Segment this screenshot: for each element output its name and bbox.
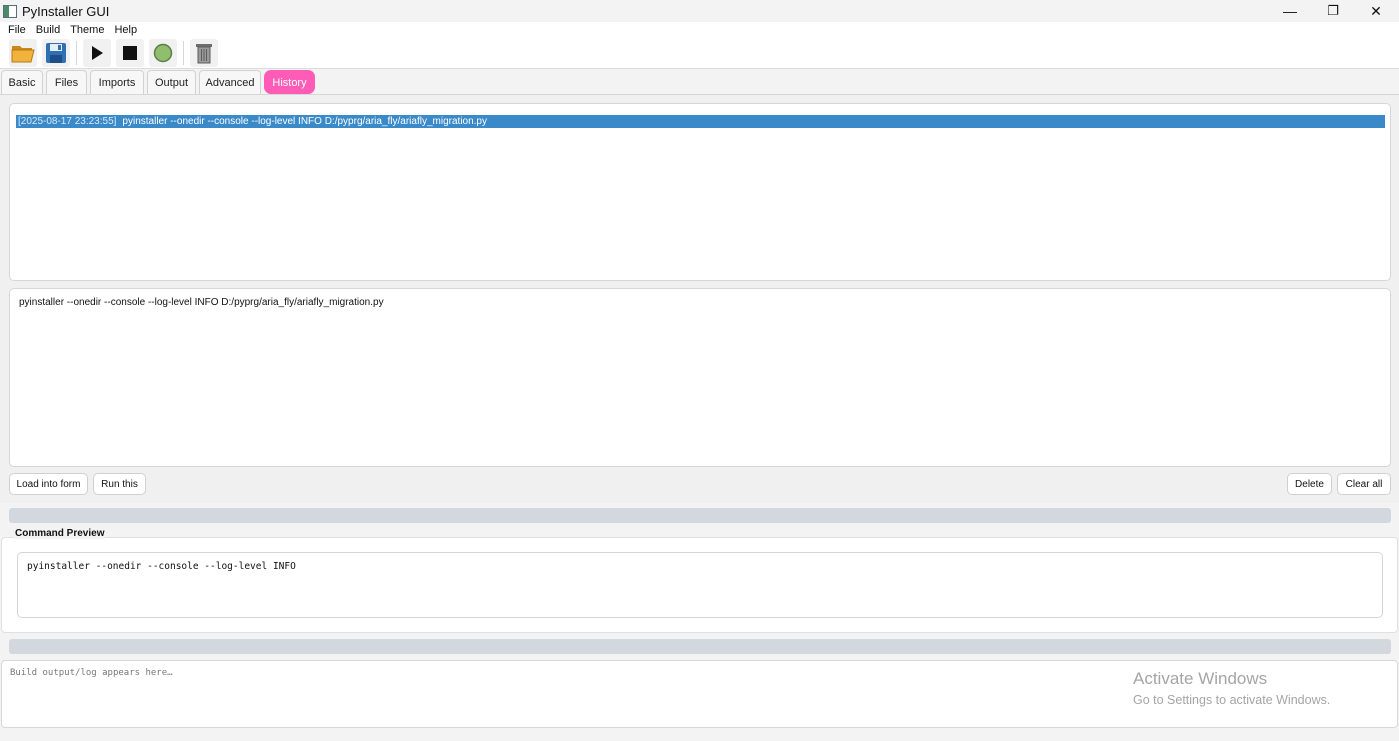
tab-basic[interactable]: Basic: [1, 70, 43, 94]
open-folder-icon: [11, 46, 35, 63]
close-button[interactable]: ✕: [1354, 0, 1398, 22]
app-icon: [3, 4, 17, 18]
history-panel: [2025-08-17 23:23:55] pyinstaller --oned…: [0, 95, 1399, 503]
splitter-handle[interactable]: [9, 639, 1391, 654]
tab-imports[interactable]: Imports: [90, 70, 144, 94]
toolbar-separator: [183, 41, 184, 65]
minimize-button[interactable]: —: [1268, 0, 1312, 22]
command-preview-label: Command Preview: [14, 528, 106, 539]
history-command: pyinstaller --onedir --console --log-lev…: [122, 116, 487, 127]
stop-icon: [123, 46, 137, 60]
splitter-handle[interactable]: [9, 508, 1391, 523]
title-bar: PyInstaller GUI — ❐ ✕: [0, 0, 1399, 22]
menu-build[interactable]: Build: [31, 24, 65, 36]
save-button[interactable]: [42, 39, 70, 67]
tab-bar: Basic Files Imports Output Advanced Hist…: [0, 69, 1399, 95]
tab-advanced[interactable]: Advanced: [199, 70, 261, 94]
stop-button[interactable]: [116, 39, 144, 67]
history-detail[interactable]: pyinstaller --onedir --console --log-lev…: [9, 288, 1391, 467]
clean-button[interactable]: [190, 39, 218, 67]
toolbar: [0, 38, 1399, 69]
tab-files[interactable]: Files: [46, 70, 87, 94]
delete-button[interactable]: Delete: [1287, 473, 1332, 495]
command-preview-text[interactable]: pyinstaller --onedir --console --log-lev…: [17, 552, 1383, 618]
menu-help[interactable]: Help: [109, 24, 142, 36]
run-button[interactable]: [83, 39, 111, 67]
toolbar-separator: [76, 41, 77, 65]
history-list[interactable]: [2025-08-17 23:23:55] pyinstaller --oned…: [9, 103, 1391, 281]
run-this-button[interactable]: Run this: [93, 473, 146, 495]
tab-history[interactable]: History: [264, 70, 315, 94]
load-into-form-button[interactable]: Load into form: [9, 473, 88, 495]
activate-windows-title: Activate Windows: [1133, 669, 1268, 688]
clear-all-button[interactable]: Clear all: [1337, 473, 1391, 495]
status-circle-icon: [153, 43, 173, 63]
restore-button[interactable]: ❐: [1311, 0, 1355, 22]
history-row[interactable]: [2025-08-17 23:23:55] pyinstaller --oned…: [16, 115, 1385, 128]
open-button[interactable]: [9, 39, 37, 67]
save-icon: [46, 43, 66, 63]
tab-output[interactable]: Output: [147, 70, 196, 94]
activate-windows-subtitle: Go to Settings to activate Windows.: [1133, 693, 1331, 707]
status-button[interactable]: [149, 39, 177, 67]
trash-icon: [196, 44, 212, 64]
menu-bar: File Build Theme Help: [0, 22, 1399, 38]
history-timestamp: [2025-08-17 23:23:55]: [18, 116, 117, 127]
menu-theme[interactable]: Theme: [65, 24, 109, 36]
play-icon: [92, 46, 103, 60]
window-title: PyInstaller GUI: [22, 3, 110, 19]
menu-file[interactable]: File: [3, 24, 31, 36]
